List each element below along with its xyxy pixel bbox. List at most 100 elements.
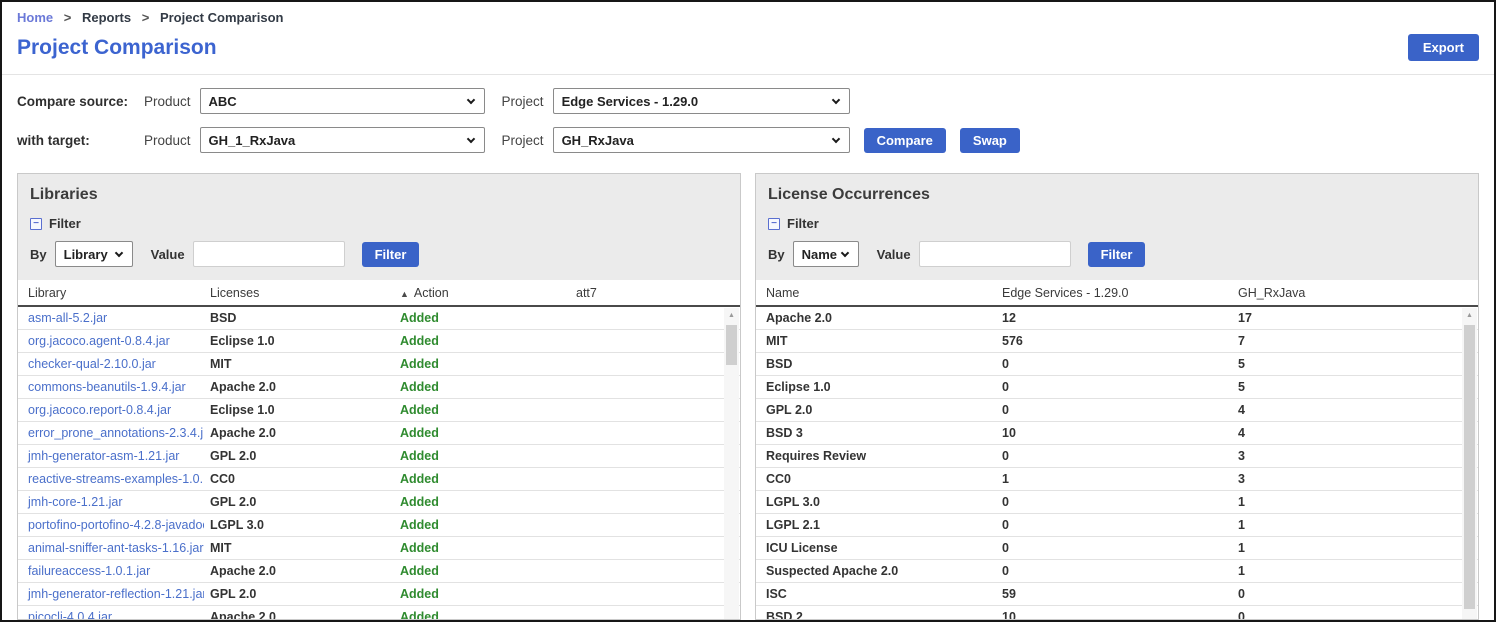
table-row: picocli-4.0.4.jar Apache 2.0 Added [18, 605, 740, 619]
library-link[interactable]: jmh-generator-reflection-1.21.jar [18, 582, 204, 605]
license-name-cell: Suspected Apache 2.0 [756, 559, 996, 582]
libraries-filter-value-input[interactable] [193, 241, 345, 267]
value-label: Value [877, 247, 911, 262]
libraries-filter-button[interactable]: Filter [362, 242, 420, 267]
column-header-source-project[interactable]: Edge Services - 1.29.0 [996, 280, 1232, 306]
source-project-select[interactable]: Edge Services - 1.29.0 [553, 88, 850, 114]
libraries-filter-by-select[interactable]: Library [55, 241, 133, 267]
table-row: checker-qual-2.10.0.jar MIT Added [18, 352, 740, 375]
license-occurrences-table: Name Edge Services - 1.29.0 GH_RxJava Ap… [756, 280, 1478, 619]
scrollbar-thumb[interactable] [726, 325, 737, 365]
target-product-value: GH_1_RxJava [209, 133, 296, 148]
library-link[interactable]: commons-beanutils-1.9.4.jar [18, 375, 204, 398]
action-cell: Added [394, 536, 570, 559]
att7-cell [570, 398, 740, 421]
value-label: Value [151, 247, 185, 262]
library-link[interactable]: picocli-4.0.4.jar [18, 605, 204, 619]
action-cell: Added [394, 444, 570, 467]
license-name-cell: LGPL 2.1 [756, 513, 996, 536]
libraries-filter-row: By Library Value Filter [18, 233, 740, 280]
library-link[interactable]: jmh-generator-asm-1.21.jar [18, 444, 204, 467]
filter-section-label: Filter [49, 216, 81, 231]
chevron-down-icon [466, 135, 474, 143]
library-link[interactable]: reactive-streams-examples-1.0.... [18, 467, 204, 490]
license-name-cell: ICU License [756, 536, 996, 559]
scrollbar-thumb[interactable] [1464, 325, 1475, 609]
swap-button[interactable]: Swap [960, 128, 1020, 153]
table-row: LGPL 3.0 0 1 [756, 490, 1478, 513]
table-row: MIT 576 7 [756, 329, 1478, 352]
table-row: Requires Review 0 3 [756, 444, 1478, 467]
source-count-cell: 576 [996, 329, 1232, 352]
libraries-scrollbar[interactable]: ▲ [724, 308, 739, 619]
column-header-licenses[interactable]: Licenses [204, 280, 394, 306]
scroll-up-arrow-icon[interactable]: ▲ [724, 308, 739, 323]
action-cell: Added [394, 559, 570, 582]
table-row: org.jacoco.agent-0.8.4.jar Eclipse 1.0 A… [18, 329, 740, 352]
compare-button[interactable]: Compare [864, 128, 946, 153]
product-label: Product [144, 94, 191, 109]
licenses-scrollbar[interactable]: ▲ [1462, 308, 1477, 619]
by-label: By [768, 247, 785, 262]
table-row: BSD 3 10 4 [756, 421, 1478, 444]
project-label: Project [502, 133, 544, 148]
collapse-minus-icon[interactable]: − [30, 218, 42, 230]
library-link[interactable]: org.jacoco.report-0.8.4.jar [18, 398, 204, 421]
target-count-cell: 5 [1232, 352, 1478, 375]
library-link[interactable]: jmh-core-1.21.jar [18, 490, 204, 513]
license-name-cell: LGPL 3.0 [756, 490, 996, 513]
licenses-filter-button[interactable]: Filter [1088, 242, 1146, 267]
table-row: error_prone_annotations-2.3.4.j... Apach… [18, 421, 740, 444]
column-header-target-project[interactable]: GH_RxJava [1232, 280, 1478, 306]
export-button[interactable]: Export [1408, 34, 1479, 61]
att7-cell [570, 352, 740, 375]
breadcrumb-reports-link[interactable]: Reports [82, 10, 131, 25]
target-product-select[interactable]: GH_1_RxJava [200, 127, 485, 153]
chevron-down-icon [831, 96, 839, 104]
att7-cell [570, 490, 740, 513]
action-cell: Added [394, 582, 570, 605]
table-row: BSD 0 5 [756, 352, 1478, 375]
source-count-cell: 0 [996, 536, 1232, 559]
att7-cell [570, 306, 740, 329]
license-name-cell: CC0 [756, 467, 996, 490]
column-header-library[interactable]: Library [18, 280, 204, 306]
column-header-att7[interactable]: att7 [570, 280, 740, 306]
library-link[interactable]: failureaccess-1.0.1.jar [18, 559, 204, 582]
target-project-select[interactable]: GH_RxJava [553, 127, 850, 153]
att7-cell [570, 513, 740, 536]
scroll-up-arrow-icon[interactable]: ▲ [1462, 308, 1477, 323]
source-count-cell: 0 [996, 352, 1232, 375]
libraries-filter-toggle[interactable]: − Filter [18, 206, 740, 233]
library-link[interactable]: asm-all-5.2.jar [18, 306, 204, 329]
table-row: reactive-streams-examples-1.0.... CC0 Ad… [18, 467, 740, 490]
libraries-filter-by-value: Library [64, 247, 108, 262]
library-link[interactable]: org.jacoco.agent-0.8.4.jar [18, 329, 204, 352]
source-product-select[interactable]: ABC [200, 88, 485, 114]
licenses-filter-value-input[interactable] [919, 241, 1071, 267]
breadcrumb-separator: > [142, 10, 150, 25]
breadcrumb-current: Project Comparison [160, 10, 284, 25]
action-cell: Added [394, 467, 570, 490]
collapse-minus-icon[interactable]: − [768, 218, 780, 230]
att7-cell [570, 582, 740, 605]
column-header-action[interactable]: ▲Action [394, 280, 570, 306]
action-cell: Added [394, 306, 570, 329]
library-link[interactable]: portofino-portofino-4.2.8-javadoc [18, 513, 204, 536]
license-name-cell: Eclipse 1.0 [756, 375, 996, 398]
chevron-down-icon [840, 249, 848, 257]
action-cell: Added [394, 605, 570, 619]
library-link[interactable]: checker-qual-2.10.0.jar [18, 352, 204, 375]
breadcrumb-home-link[interactable]: Home [17, 10, 53, 25]
license-cell: Eclipse 1.0 [204, 329, 394, 352]
source-count-cell: 0 [996, 398, 1232, 421]
licenses-filter-by-select[interactable]: Name [793, 241, 859, 267]
source-count-cell: 0 [996, 490, 1232, 513]
panels-container: Libraries − Filter By Library Value Filt… [17, 173, 1479, 620]
library-link[interactable]: animal-sniffer-ant-tasks-1.16.jar [18, 536, 204, 559]
att7-cell [570, 536, 740, 559]
column-header-name[interactable]: Name [756, 280, 996, 306]
page-title: Project Comparison [17, 36, 217, 60]
licenses-filter-toggle[interactable]: − Filter [756, 206, 1478, 233]
library-link[interactable]: error_prone_annotations-2.3.4.j... [18, 421, 204, 444]
